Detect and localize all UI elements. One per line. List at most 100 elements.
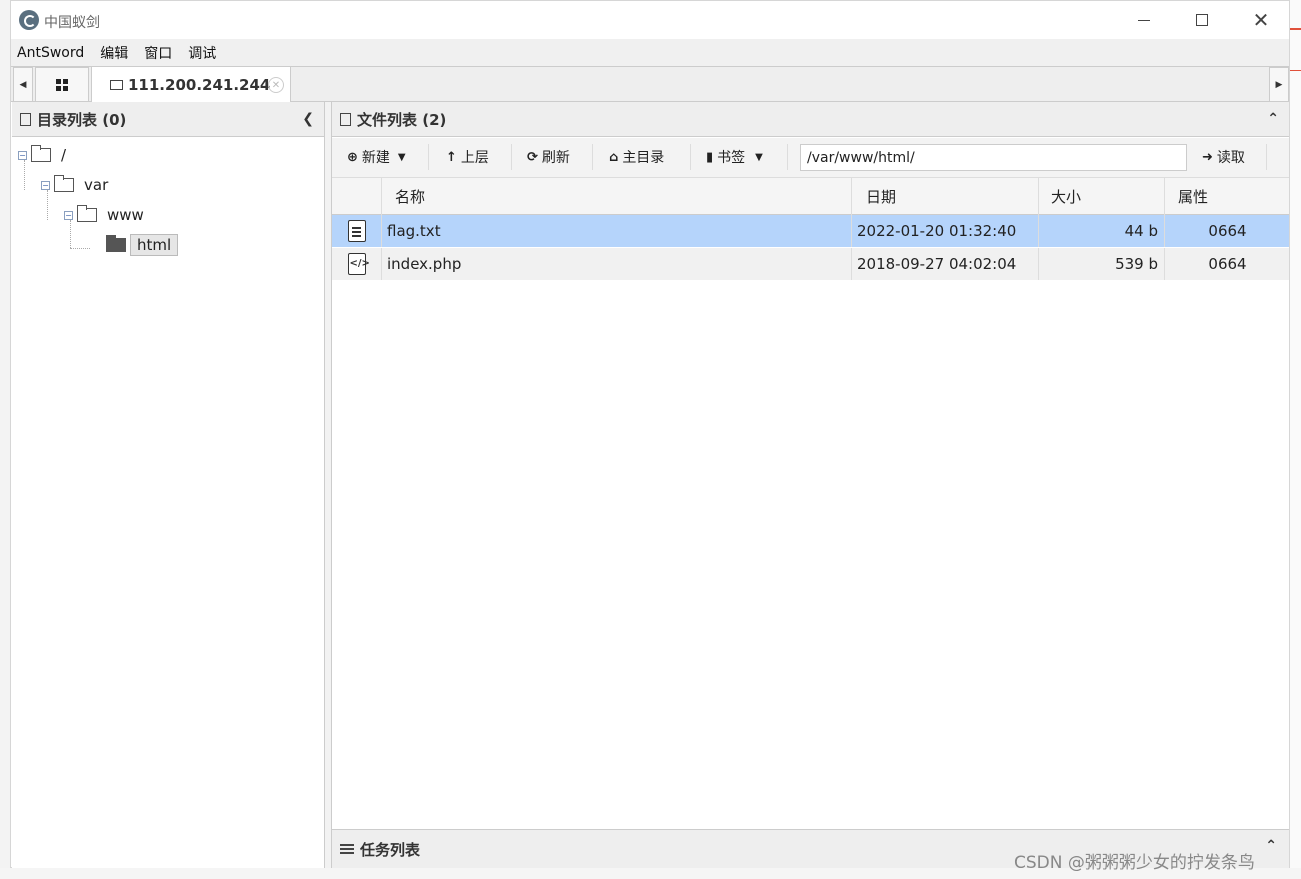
up-button[interactable]: ↑ 上层 <box>446 146 489 168</box>
folder-icon <box>110 80 123 90</box>
menu-bar: AntSword 编辑 窗口 调试 <box>11 39 1289 66</box>
toolbar-divider <box>511 144 512 170</box>
minimize-icon <box>1138 19 1150 21</box>
file-name: flag.txt <box>382 215 852 247</box>
tree-node-root[interactable]: − / <box>18 142 66 168</box>
refresh-button[interactable]: ⟳ 刷新 <box>527 146 570 168</box>
tree-connector <box>70 248 90 249</box>
background-right-edge <box>1290 0 1301 879</box>
tree-collapse-icon[interactable]: − <box>64 210 73 220</box>
home-dir-button[interactable]: ⌂ 主目录 <box>609 146 664 168</box>
tree-node-label: var <box>84 176 109 194</box>
tab-scroll-left-button[interactable]: ◀ <box>13 67 33 102</box>
toolbar-divider <box>1266 144 1267 170</box>
tab-label: 111.200.241.244 <box>128 76 271 94</box>
toolbar-divider <box>428 144 429 170</box>
new-button[interactable]: ⊕ 新建 ▼ <box>347 146 406 168</box>
menu-edit[interactable]: 编辑 <box>100 43 128 63</box>
refresh-icon: ⟳ <box>527 149 538 165</box>
antsword-window: 中国蚁剑 ✕ AntSword 编辑 窗口 调试 ◀ 111.200.241.2… <box>10 0 1290 868</box>
text-file-icon <box>347 220 366 242</box>
file-date: 2022-01-20 01:32:40 <box>852 215 1039 247</box>
bookmark-button[interactable]: ▮ 书签 ▼ <box>706 146 763 168</box>
directory-panel-header: 目录列表 (0) ❮ <box>12 102 324 137</box>
file-panel-title: 文件列表 (2) <box>357 110 447 129</box>
tree-collapse-icon[interactable]: − <box>41 180 50 190</box>
tab-home[interactable] <box>35 67 89 102</box>
collapse-left-icon[interactable]: ❮ <box>302 111 314 127</box>
file-icon-cell <box>332 215 382 247</box>
tree-collapse-icon[interactable]: − <box>18 150 27 160</box>
caret-right-icon: ▶ <box>1275 79 1283 90</box>
caret-down-icon: ▼ <box>397 151 406 163</box>
caret-down-icon: ▼ <box>755 151 763 163</box>
close-icon: ✕ <box>1252 8 1270 32</box>
file-row[interactable]: </> index.php 2018-09-27 04:02:04 539 b … <box>332 248 1289 280</box>
home-icon: ⌂ <box>609 149 619 165</box>
file-outline-icon <box>340 112 351 126</box>
expand-up-icon[interactable]: ⌃ <box>1265 838 1277 854</box>
bookmark-button-label: 书签 <box>717 150 746 166</box>
folder-outline-icon <box>20 112 31 126</box>
file-size: 539 b <box>1039 248 1165 280</box>
menu-debug[interactable]: 调试 <box>188 43 216 63</box>
watermark-text: CSDN @粥粥粥少女的拧发条鸟 <box>1014 853 1255 873</box>
arrow-up-icon: ↑ <box>446 149 457 165</box>
code-file-icon: </> <box>347 253 370 275</box>
file-grid-header: 名称 日期 大小 属性 <box>332 178 1289 215</box>
menu-window[interactable]: 窗口 <box>144 43 172 63</box>
column-header-name[interactable]: 名称 <box>382 178 852 215</box>
menu-antsword[interactable]: AntSword <box>17 45 84 61</box>
plus-circle-icon: ⊕ <box>347 149 358 165</box>
file-icon-cell: </> <box>332 248 382 280</box>
close-button[interactable]: ✕ <box>1232 1 1290 39</box>
tab-bar: ◀ 111.200.241.244 ✕ ▶ <box>11 66 1289 103</box>
task-panel-title: 任务列表 <box>360 840 421 859</box>
file-panel-header: 文件列表 (2) ⌃ <box>332 102 1289 137</box>
task-list-icon <box>340 844 354 854</box>
tab-shell-session[interactable]: 111.200.241.244 ✕ <box>91 66 291 103</box>
bookmark-icon: ▮ <box>706 149 714 165</box>
maximize-button[interactable] <box>1173 1 1231 39</box>
maximize-icon <box>1196 14 1208 26</box>
file-attr: 0664 <box>1208 222 1247 240</box>
minimize-button[interactable] <box>1115 1 1173 39</box>
background-left-edge <box>0 0 10 879</box>
file-date: 2018-09-27 04:02:04 <box>852 248 1039 280</box>
arrow-right-icon: ➜ <box>1202 149 1213 165</box>
tab-close-icon[interactable]: ✕ <box>268 77 284 93</box>
directory-panel-title: 目录列表 (0) <box>37 110 127 129</box>
read-button-label: 读取 <box>1216 150 1245 166</box>
title-bar[interactable]: 中国蚁剑 ✕ <box>11 1 1289 39</box>
background-accent-line <box>1290 70 1301 71</box>
grid-icon <box>56 78 68 91</box>
file-toolbar: ⊕ 新建 ▼ ↑ 上层 ⟳ 刷新 ⌂ 主目录 ▮ 书签 ▼ /var/www/h… <box>332 138 1289 178</box>
tree-node-html[interactable]: html <box>106 232 179 258</box>
column-header-size[interactable]: 大小 <box>1039 178 1165 215</box>
column-header-icon <box>332 178 382 215</box>
new-button-label: 新建 <box>361 150 390 166</box>
up-button-label: 上层 <box>460 150 489 166</box>
path-input[interactable] <box>800 144 1187 171</box>
folder-filled-icon <box>106 235 126 252</box>
tree-node-www[interactable]: − www <box>64 202 144 228</box>
background-accent-line <box>1290 28 1301 30</box>
file-name: index.php <box>382 248 852 280</box>
tree-node-var[interactable]: − var <box>41 172 108 198</box>
read-button[interactable]: ➜ 读取 <box>1202 146 1245 168</box>
caret-left-icon: ◀ <box>19 79 27 90</box>
column-header-date[interactable]: 日期 <box>852 178 1039 215</box>
toolbar-divider <box>787 144 788 170</box>
tree-node-label: www <box>107 206 144 224</box>
toolbar-divider <box>592 144 593 170</box>
antsword-logo-icon <box>19 10 39 30</box>
collapse-up-icon[interactable]: ⌃ <box>1267 111 1279 127</box>
tree-node-label: / <box>61 146 67 164</box>
column-header-attr[interactable]: 属性 <box>1165 178 1290 215</box>
file-row[interactable]: flag.txt 2022-01-20 01:32:40 44 b 0664 <box>332 215 1289 247</box>
file-panel: 文件列表 (2) ⌃ ⊕ 新建 ▼ ↑ 上层 ⟳ 刷新 ⌂ 主目录 ▮ 书签 ▼… <box>331 102 1289 829</box>
folder-icon <box>77 205 97 222</box>
file-size: 44 b <box>1039 215 1165 247</box>
directory-tree: − / − var − www html <box>12 137 324 256</box>
tab-scroll-right-button[interactable]: ▶ <box>1269 67 1289 102</box>
